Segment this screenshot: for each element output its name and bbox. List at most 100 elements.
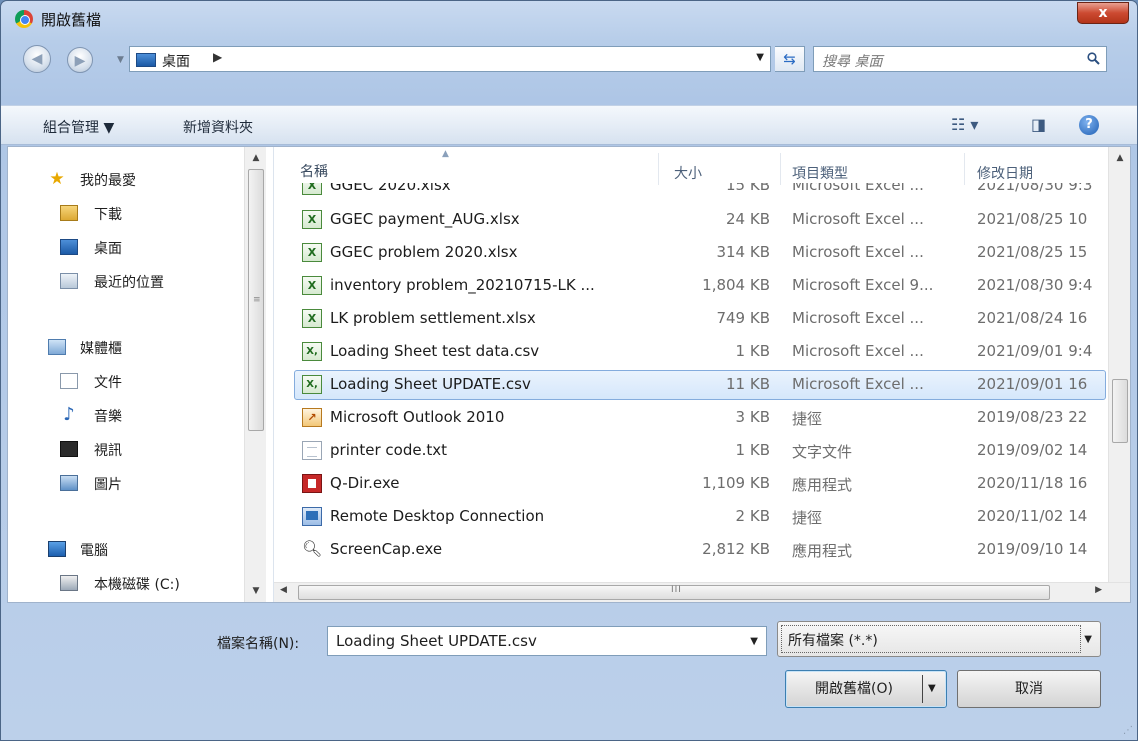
open-file-dialog: 開啟舊檔 x ◀ ▶ ▼ 桌面 ▶ ▼ ⇆ 搜尋 桌面 組合管理 ▼ 新增資料夾… [0, 0, 1138, 741]
file-date: 2021/09/01 16 [977, 375, 1088, 393]
forward-arrow-icon: ▶ [74, 53, 86, 69]
nav-recent-places[interactable]: 最近的位置 [8, 265, 244, 299]
file-row-selected[interactable]: X, Loading Sheet UPDATE.csv 11 KB Micros… [274, 368, 1108, 401]
file-row[interactable]: X GGEC problem 2020.xlsx 314 KB Microsof… [274, 236, 1108, 269]
file-size: 1 KB [735, 441, 770, 459]
file-list-pane: ▲ 名稱 大小 項目類型 修改日期 X GGEC 2020.xlsx 15 KB… [274, 147, 1130, 602]
scroll-thumb[interactable]: ≡ [248, 169, 264, 431]
file-list-horizontal-scrollbar[interactable]: ◀ III ▶ [274, 582, 1130, 602]
file-name: GGEC 2020.xlsx [330, 183, 451, 194]
file-type-select[interactable]: 所有檔案 (*.*) ▼ [777, 621, 1101, 657]
column-header-size[interactable]: 大小 [674, 163, 702, 183]
file-row[interactable]: printer code.txt 1 KB 文字文件 2019/09/02 14 [274, 434, 1108, 467]
excel-icon: X [302, 210, 322, 229]
nav-music[interactable]: ♪ 音樂 [8, 399, 244, 433]
nav-libraries[interactable]: 媒體櫃 [8, 331, 244, 365]
search-box[interactable]: 搜尋 桌面 [813, 46, 1107, 72]
file-type-value[interactable]: 所有檔案 (*.*) [788, 630, 878, 650]
favorites-star-icon: ★ [49, 169, 65, 189]
file-row[interactable]: 🔍︎ ScreenCap.exe 2,812 KB 應用程式 2019/09/1… [274, 533, 1108, 566]
file-row[interactable]: ↗ Microsoft Outlook 2010 3 KB 捷徑 2019/08… [274, 401, 1108, 434]
file-row[interactable]: X inventory problem_20210715-LK ... 1,80… [274, 269, 1108, 302]
resize-grip-icon[interactable]: ⋰ [1123, 725, 1133, 736]
nav-label: 圖片 [94, 477, 122, 493]
excel-icon: X [302, 309, 322, 328]
scroll-left-arrow-icon[interactable]: ◀ [280, 585, 287, 595]
file-size: 1,109 KB [702, 474, 770, 492]
nav-downloads[interactable]: 下載 [8, 197, 244, 231]
close-button[interactable]: x [1077, 2, 1129, 24]
forward-button[interactable]: ▶ [67, 47, 93, 73]
file-name: Loading Sheet UPDATE.csv [330, 375, 531, 393]
open-options-dropdown-icon[interactable]: ▼ [928, 671, 936, 707]
breadcrumb-arrow-icon[interactable]: ▶ [213, 50, 222, 64]
column-header-date[interactable]: 修改日期 [977, 163, 1033, 183]
preview-pane-icon[interactable]: ◨ [1031, 115, 1046, 134]
address-location[interactable]: 桌面 [162, 51, 190, 71]
column-divider[interactable] [964, 153, 965, 185]
scroll-right-arrow-icon[interactable]: ▶ [1095, 585, 1102, 595]
column-divider[interactable] [658, 153, 659, 185]
hard-drive-icon [60, 575, 78, 591]
nav-pane-scrollbar[interactable]: ▲ ≡ ▼ [244, 147, 266, 602]
new-folder-button[interactable]: 新增資料夾 [183, 117, 253, 137]
desktop-icon [60, 239, 78, 255]
scroll-up-arrow-icon[interactable]: ▲ [1109, 149, 1130, 167]
search-icon[interactable] [1087, 52, 1100, 65]
nav-computer[interactable]: 電腦 [8, 533, 244, 567]
back-arrow-icon: ◀ [31, 51, 43, 67]
help-icon[interactable]: ? [1079, 115, 1099, 135]
file-type: Microsoft Excel ... [792, 243, 924, 261]
address-bar[interactable]: 桌面 ▶ ▼ [129, 46, 771, 72]
scroll-up-arrow-icon[interactable]: ▲ [245, 149, 267, 167]
file-size: 24 KB [726, 210, 770, 228]
title-bar[interactable]: 開啟舊檔 x [1, 1, 1137, 37]
file-name: printer code.txt [330, 441, 447, 459]
chrome-app-icon [15, 10, 33, 28]
open-button[interactable]: 開啟舊檔(O) ▼ [785, 670, 947, 708]
file-row[interactable]: X GGEC payment_AUG.xlsx 24 KB Microsoft … [274, 203, 1108, 236]
file-date: 2021/08/30 9:3 [977, 183, 1093, 194]
view-options-icon[interactable]: ☷ ▾ [951, 115, 978, 134]
file-row[interactable]: Q-Dir.exe 1,109 KB 應用程式 2020/11/18 16 [274, 467, 1108, 500]
file-row[interactable]: X LK problem settlement.xlsx 749 KB Micr… [274, 302, 1108, 335]
recent-locations-chevron-icon[interactable]: ▼ [117, 55, 124, 65]
file-row[interactable]: X GGEC 2020.xlsx 15 KB Microsoft Excel .… [274, 183, 1108, 203]
file-type: Microsoft Excel ... [792, 210, 924, 228]
file-date: 2019/08/23 22 [977, 408, 1088, 426]
nav-videos[interactable]: 視訊 [8, 433, 244, 467]
file-list-vertical-scrollbar[interactable]: ▲ [1108, 147, 1130, 587]
nav-label: 文件 [94, 375, 122, 391]
scroll-grip-icon: ≡ [253, 295, 261, 305]
column-header-type[interactable]: 項目類型 [792, 163, 848, 183]
file-name-input[interactable]: Loading Sheet UPDATE.csv [336, 632, 537, 650]
nav-local-disk-c[interactable]: 本機磁碟 (C:) [8, 567, 244, 601]
file-row[interactable]: Remote Desktop Connection 2 KB 捷徑 2020/1… [274, 500, 1108, 533]
nav-pictures[interactable]: 圖片 [8, 467, 244, 501]
file-name-combobox[interactable]: Loading Sheet UPDATE.csv ▼ [327, 626, 767, 656]
nav-favorites[interactable]: ★ 我的最愛 [8, 163, 244, 197]
file-type: Microsoft Excel ... [792, 183, 924, 194]
dialog-title: 開啟舊檔 [41, 11, 102, 29]
nav-desktop[interactable]: 桌面 [8, 231, 244, 265]
file-type: 應用程式 [792, 542, 853, 560]
column-divider[interactable] [780, 153, 781, 185]
organize-menu-button[interactable]: 組合管理 ▼ [43, 117, 114, 137]
chevron-down-icon[interactable]: ▼ [1084, 634, 1092, 645]
nav-documents[interactable]: 文件 [8, 365, 244, 399]
scroll-down-arrow-icon[interactable]: ▼ [245, 582, 267, 600]
refresh-button[interactable]: ⇆ [775, 46, 805, 72]
scroll-thumb[interactable] [1112, 379, 1128, 443]
column-header-name[interactable]: 名稱 [300, 161, 328, 181]
file-size: 11 KB [726, 375, 770, 393]
horizontal-scroll-thumb[interactable]: III [298, 585, 1050, 600]
file-row[interactable]: X, Loading Sheet test data.csv 1 KB Micr… [274, 335, 1108, 368]
chevron-down-icon[interactable]: ▼ [750, 636, 758, 647]
open-button-label[interactable]: 開啟舊檔(O) [786, 671, 922, 707]
address-dropdown-icon[interactable]: ▼ [756, 52, 764, 63]
back-button[interactable]: ◀ [23, 45, 51, 73]
nav-label: 下載 [94, 207, 122, 223]
cancel-button[interactable]: 取消 [957, 670, 1101, 708]
search-placeholder[interactable]: 搜尋 桌面 [822, 51, 882, 71]
app-icon [302, 474, 322, 493]
